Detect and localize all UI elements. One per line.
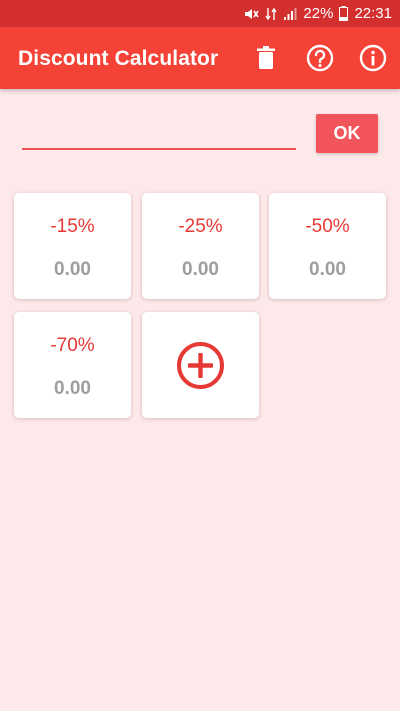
discount-percent: -70% <box>50 335 95 356</box>
price-input[interactable] <box>22 118 296 148</box>
trash-icon <box>257 46 275 69</box>
discount-card[interactable]: -15% 0.00 <box>14 193 131 299</box>
clock: 22:31 <box>354 5 392 22</box>
discount-amount: 0.00 <box>182 259 219 280</box>
app-title: Discount Calculator <box>18 47 219 70</box>
help-button[interactable] <box>305 43 335 73</box>
discount-card[interactable]: -70% 0.00 <box>14 312 131 418</box>
discount-percent: -15% <box>50 216 95 237</box>
help-icon <box>306 44 334 72</box>
app-bar: Discount Calculator <box>0 27 400 89</box>
mute-icon <box>243 6 260 22</box>
add-discount-button[interactable] <box>142 312 259 418</box>
discount-percent: -25% <box>178 216 223 237</box>
discount-amount: 0.00 <box>309 259 346 280</box>
discount-percent: -50% <box>305 216 350 237</box>
status-bar: 22% 22:31 <box>0 0 400 27</box>
discount-card[interactable]: -50% 0.00 <box>269 193 386 299</box>
battery-icon <box>339 6 349 21</box>
signal-icon <box>283 7 297 21</box>
discount-amount: 0.00 <box>54 378 91 399</box>
discount-amount: 0.00 <box>54 259 91 280</box>
ok-button[interactable]: OK <box>316 114 378 153</box>
data-arrows-icon <box>265 6 278 22</box>
delete-button[interactable] <box>251 43 281 73</box>
input-underline <box>22 148 296 150</box>
battery-percent: 22% <box>303 5 334 22</box>
discount-card[interactable]: -25% 0.00 <box>142 193 259 299</box>
info-icon <box>359 44 387 72</box>
plus-circle-icon <box>177 342 224 389</box>
info-button[interactable] <box>358 43 388 73</box>
